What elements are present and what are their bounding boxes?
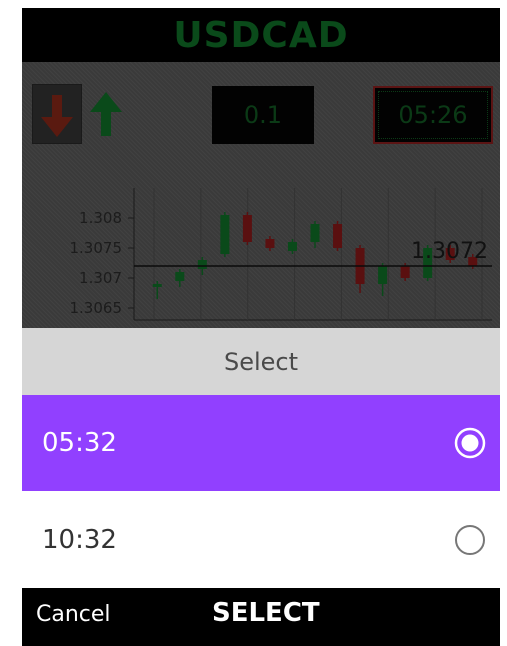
- y-tick-label: 1.308: [79, 209, 122, 227]
- candle-body: [220, 215, 230, 254]
- candle-body: [378, 266, 388, 284]
- candle-body: [152, 284, 162, 287]
- select-button[interactable]: SELECT: [212, 598, 320, 628]
- price-chart: 1.308 1.3075 1.307 1.3065 1.3072: [70, 188, 492, 321]
- app-screen: USDCAD 0.1 05:26 1.308 1.3075 1.307 1.3065 1…: [22, 0, 500, 646]
- candle-body: [242, 215, 252, 242]
- candle-body: [400, 266, 410, 278]
- radio-unchecked-icon[interactable]: [454, 524, 486, 556]
- arrow-down-icon: [41, 95, 73, 137]
- dialog-title: Select: [22, 328, 500, 395]
- buy-button[interactable]: [82, 84, 128, 144]
- candle-body: [310, 224, 320, 242]
- lots-field[interactable]: 0.1: [212, 86, 314, 144]
- y-tick-label: 1.307: [79, 269, 122, 287]
- cancel-button[interactable]: Cancel: [36, 602, 111, 627]
- current-price-label: 1.3072: [411, 239, 488, 264]
- candle-body: [175, 272, 185, 281]
- expiry-field[interactable]: 05:26: [373, 86, 493, 144]
- sell-button[interactable]: [32, 84, 82, 144]
- symbol-title: USDCAD: [22, 8, 500, 62]
- option-label: 10:32: [42, 524, 117, 555]
- y-tick-label: 1.3075: [70, 239, 123, 257]
- option-label: 05:32: [42, 428, 117, 458]
- candle-body: [265, 239, 275, 248]
- option-05-32[interactable]: 05:32: [22, 395, 500, 491]
- arrow-up-icon: [90, 92, 122, 136]
- radio-checked-icon[interactable]: [454, 427, 486, 459]
- candle-body: [287, 242, 297, 251]
- candle-body: [333, 224, 343, 248]
- trading-panel: 0.1 05:26 1.308 1.3075 1.307 1.3065 1.3072: [22, 62, 500, 328]
- y-tick-label: 1.3065: [70, 299, 123, 317]
- option-10-32[interactable]: 10:32: [22, 491, 500, 588]
- dialog-action-bar: Cancel SELECT: [22, 588, 500, 646]
- candle-body: [197, 260, 207, 269]
